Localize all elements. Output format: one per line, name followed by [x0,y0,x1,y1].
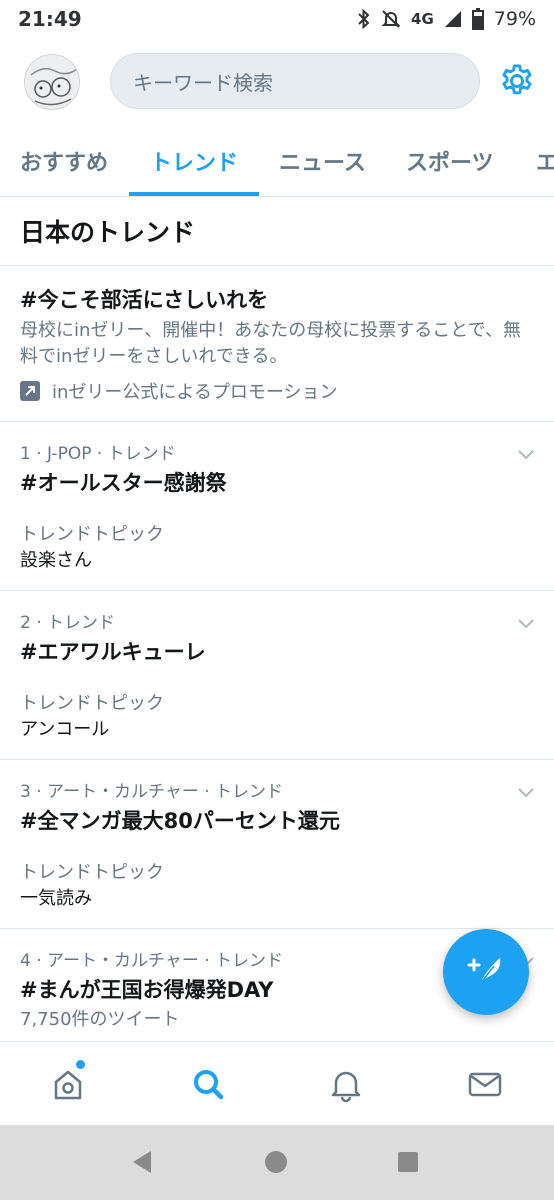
trend-topic-label: トレンドトピック [20,524,164,545]
bluetooth-icon [357,9,371,29]
back-icon[interactable] [127,1147,157,1177]
signal-icon [444,10,462,28]
home-icon[interactable] [48,1064,88,1104]
trend-tweet-count: 7,750件のツイート [20,1009,180,1030]
trend-topic: 一気読み [20,888,92,909]
messages-icon[interactable] [465,1064,505,1104]
status-bar: 21:49 4G 79% [0,0,554,38]
compose-tweet-button[interactable] [443,929,529,1015]
tab-news[interactable]: ニュース [279,124,366,196]
trend-item[interactable]: 2 · トレンド #エアワルキューレ トレンドトピック アンコール [0,591,554,760]
home-circle-icon[interactable] [261,1147,291,1177]
trend-item[interactable]: 1 · J-POP · トレンド #オールスター感謝祭 トレンドトピック 設楽さ… [0,422,554,591]
top-bar: キーワード検索 [0,38,554,124]
search-icon[interactable] [188,1064,228,1104]
tab-sports[interactable]: スポーツ [406,124,494,196]
network-label: 4G [411,10,434,28]
promoted-trend[interactable]: #今こそ部活にさしいれを 母校にinゼリー、開催中！あなたの母校に投票することで… [0,266,554,422]
tab-trends[interactable]: トレンド [150,124,238,196]
explore-tabs: おすすめ トレンド ニュース スポーツ エ [0,124,554,197]
battery-icon [471,8,484,30]
tab-entertainment[interactable]: エ [536,124,554,196]
compose-feather-icon [464,948,508,996]
chevron-down-icon[interactable] [516,444,536,464]
promo-by-label: inゼリー公式によるプロモーション [52,382,338,403]
trend-topic-label: トレンドトピック [20,862,164,883]
promoted-icon [20,381,40,401]
promo-description: 母校にinゼリー、開催中！あなたの母校に投票することで、無料でinゼリーをさしい… [20,320,521,367]
notifications-icon[interactable] [326,1064,366,1104]
home-unread-dot [76,1060,85,1069]
trend-meta: 1 · J-POP · トレンド [20,444,176,464]
chevron-down-icon[interactable] [516,782,536,802]
trend-item[interactable]: 3 · アート・カルチャー · トレンド #全マンガ最大80パーセント還元 トレ… [0,760,554,929]
settings-gear-icon[interactable] [498,62,536,100]
status-icons: 4G 79% [357,8,536,30]
trend-topic: 設楽さん [20,550,92,571]
mute-icon [381,9,401,29]
active-tab-indicator [129,192,259,196]
chevron-down-icon[interactable] [516,613,536,633]
trend-topic: アンコール [20,719,110,740]
avatar[interactable] [24,54,80,110]
battery-percent: 79% [493,8,536,30]
recents-icon[interactable] [393,1147,423,1177]
trend-topic-label: トレンドトピック [20,693,164,714]
promo-attribution: inゼリー公式によるプロモーション [20,378,534,404]
search-input[interactable]: キーワード検索 [110,53,480,109]
status-time: 21:49 [18,7,82,31]
section-title: 日本のトレンド [0,197,554,266]
bottom-nav [0,1041,554,1125]
promo-title: #今こそ部活にさしいれを [20,288,269,312]
trend-meta: 2 · トレンド [20,613,116,633]
trend-meta: 3 · アート・カルチャー · トレンド [20,782,284,802]
tab-recommended[interactable]: おすすめ [20,124,108,196]
trend-title: #オールスター感謝祭 [20,471,227,495]
trend-title: #エアワルキューレ [20,640,206,664]
trend-title: #全マンガ最大80パーセント還元 [20,809,340,833]
system-nav-bar [0,1125,554,1200]
